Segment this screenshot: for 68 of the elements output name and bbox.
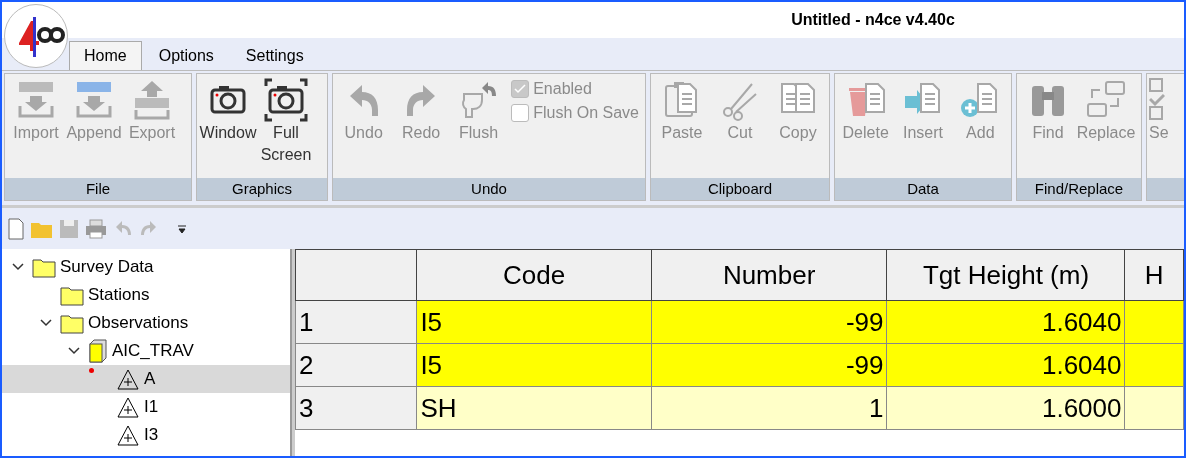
table-cell: -99 [651, 300, 887, 344]
checkbox[interactable] [511, 80, 530, 98]
ribbon-tab[interactable]: Home [69, 41, 142, 70]
group-label: Find/Replace [1017, 178, 1141, 200]
table-cell: I5 [416, 300, 652, 344]
tree-item[interactable]: A [2, 365, 290, 393]
column-header[interactable]: Tgt Height (m) [887, 249, 1125, 301]
ribbon-button[interactable]: Window [199, 78, 257, 178]
station-icon [116, 424, 140, 446]
ribbon-button[interactable]: Full Screen [257, 78, 315, 178]
logo-icon[interactable] [4, 4, 68, 68]
group-label: Data [835, 178, 1011, 200]
tree-item[interactable]: I1 [2, 393, 290, 421]
window-title: Untitled - n4ce v4.40c [791, 11, 955, 29]
table-cell: -99 [651, 343, 887, 387]
checkbox-label: Enabled [533, 80, 592, 98]
ribbon-tab[interactable]: Options [143, 41, 229, 70]
column-header[interactable]: Code [416, 249, 652, 301]
group-label: File [5, 178, 191, 200]
group-label: Graphics [197, 178, 327, 200]
row-header: 3 [295, 386, 417, 430]
camera-frame-icon [264, 78, 308, 122]
column-header[interactable] [295, 249, 417, 301]
station-icon [116, 396, 140, 418]
tree-label: AIC_TRAV [112, 341, 194, 361]
tree-label: Observations [88, 313, 189, 333]
table-cell [1125, 300, 1184, 344]
column-header[interactable]: H [1125, 249, 1184, 301]
ribbon-tab[interactable]: Settings [230, 41, 319, 70]
row-header: 1 [295, 300, 417, 344]
chevron-icon[interactable] [39, 318, 53, 328]
group-label: Undo [333, 178, 645, 200]
file-icon [88, 339, 108, 363]
tree-item[interactable]: Survey Data [2, 253, 290, 281]
table-cell: 1 [651, 386, 887, 430]
new-file-icon[interactable] [6, 217, 26, 240]
tree-label: Survey Data [60, 257, 154, 277]
chevron-icon[interactable] [11, 262, 25, 272]
save-icon[interactable] [58, 217, 80, 240]
table-cell: 1.6040 [887, 300, 1125, 344]
tree-item[interactable]: I3 [2, 421, 290, 449]
chevron-icon[interactable] [67, 346, 81, 356]
row-header: 2 [295, 343, 417, 387]
tree-item[interactable]: Observations [2, 309, 290, 337]
folder-icon [60, 284, 84, 306]
folder-icon [32, 256, 56, 278]
checklist-icon [1149, 78, 1165, 120]
table-cell [1125, 386, 1184, 430]
checkbox[interactable] [511, 104, 530, 122]
tree-label: A [144, 369, 156, 389]
group-footer [1147, 178, 1184, 200]
checkbox-label: Flush On Save [533, 104, 639, 122]
table-cell [1125, 343, 1184, 387]
table-cell: I5 [416, 343, 652, 387]
tree-item[interactable]: Stations [2, 281, 290, 309]
folder-icon [60, 312, 84, 334]
table-cell: 1.6040 [887, 343, 1125, 387]
tree-label: I1 [144, 397, 159, 417]
tree-label: Stations [88, 285, 150, 305]
printer-icon[interactable] [84, 217, 108, 240]
tree-label: I3 [144, 425, 159, 445]
station-icon [116, 368, 140, 390]
tree-item[interactable]: AIC_TRAV [2, 337, 290, 365]
table-cell: SH [416, 386, 652, 430]
check-icon [514, 84, 527, 94]
group-label: Clipboard [651, 178, 829, 200]
column-header[interactable]: Number [651, 249, 887, 301]
table-cell: 1.6000 [887, 386, 1125, 430]
